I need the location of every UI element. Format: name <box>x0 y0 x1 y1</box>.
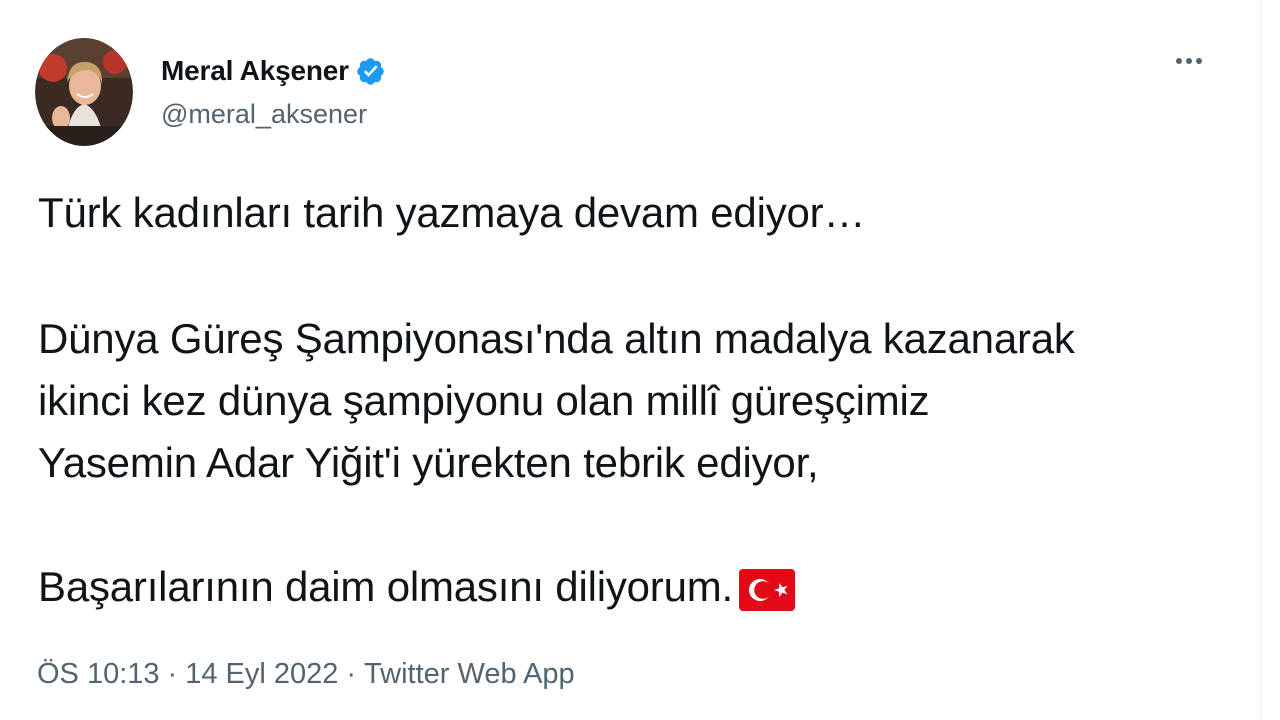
tweet-text-line: Yasemin Adar Yiğit'i yürekten tebrik edi… <box>38 439 819 486</box>
tweet-source[interactable]: Twitter Web App <box>364 658 575 690</box>
tweet-time[interactable]: ÖS 10:13 <box>37 658 160 690</box>
tweet-text-line: ikinci kez dünya şampiyonu olan millî gü… <box>38 377 930 424</box>
tweet-text-last-line: Başarılarının daim olmasını diliyorum. <box>38 556 795 618</box>
verified-badge-icon <box>355 56 386 87</box>
display-name[interactable]: Meral Akşener <box>161 54 349 88</box>
tweet-header: Meral Akşener @meral_aksener <box>35 38 386 146</box>
user-handle[interactable]: @meral_aksener <box>161 98 386 130</box>
dot <box>1176 58 1182 64</box>
dot <box>1196 58 1202 64</box>
more-dots-icon[interactable] <box>1176 58 1202 64</box>
user-info: Meral Akşener @meral_aksener <box>161 54 386 130</box>
tweet-text-line: Dünya Güreş Şampiyonası'nda altın madaly… <box>38 315 1075 362</box>
tweet-card: Meral Akşener @meral_aksener Türk kadınl… <box>0 0 1280 720</box>
tweet-text-line: Başarılarının daim olmasını diliyorum. <box>38 563 733 610</box>
tweet-date[interactable]: 14 Eyl 2022 <box>185 658 338 690</box>
tweet-meta: ÖS 10:13 · 14 Eyl 2022 · Twitter Web App <box>37 656 575 692</box>
avatar[interactable] <box>35 38 133 146</box>
tweet-text-line: Türk kadınları tarih yazmaya devam ediyo… <box>38 189 866 236</box>
tweet-paragraph: Dünya Güreş Şampiyonası'nda altın madaly… <box>38 308 1075 494</box>
dot <box>1186 58 1192 64</box>
turkey-flag-icon <box>739 566 795 611</box>
separator: · <box>167 658 178 690</box>
name-row: Meral Akşener <box>161 54 386 88</box>
separator: · <box>346 658 357 690</box>
divider <box>1261 0 1262 720</box>
